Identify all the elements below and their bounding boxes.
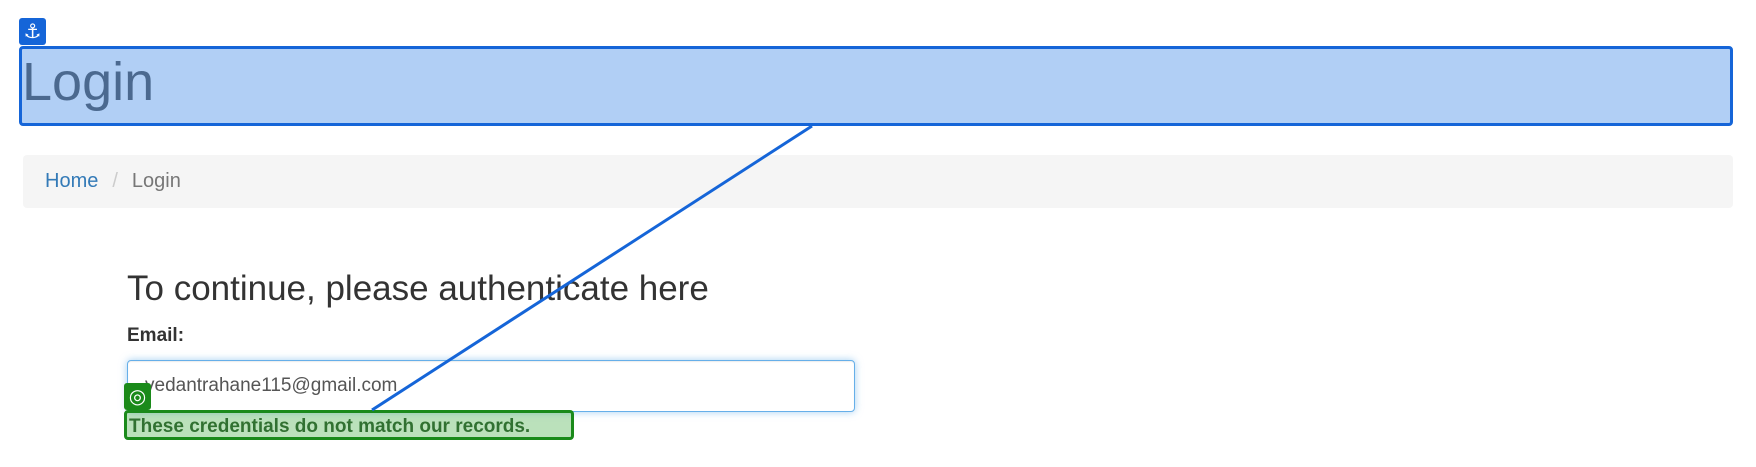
form-heading: To continue, please authenticate here xyxy=(127,269,709,308)
breadcrumb-current: Login xyxy=(131,170,181,192)
anchor-glyph: ⚓ xyxy=(23,20,42,43)
breadcrumb-separator: / xyxy=(112,170,118,192)
highlight-anchor-box xyxy=(19,46,1733,126)
highlight-target-box xyxy=(124,410,574,440)
breadcrumb-home-link[interactable]: Home xyxy=(45,170,98,193)
target-icon: ◎ xyxy=(124,383,151,410)
breadcrumb: Home / Login xyxy=(23,155,1733,208)
email-label: Email: xyxy=(127,325,185,346)
target-glyph: ◎ xyxy=(128,385,147,408)
email-field[interactable] xyxy=(127,360,855,412)
page: Login Home / Login To continue, please a… xyxy=(0,0,1756,467)
anchor-icon: ⚓ xyxy=(19,18,46,45)
